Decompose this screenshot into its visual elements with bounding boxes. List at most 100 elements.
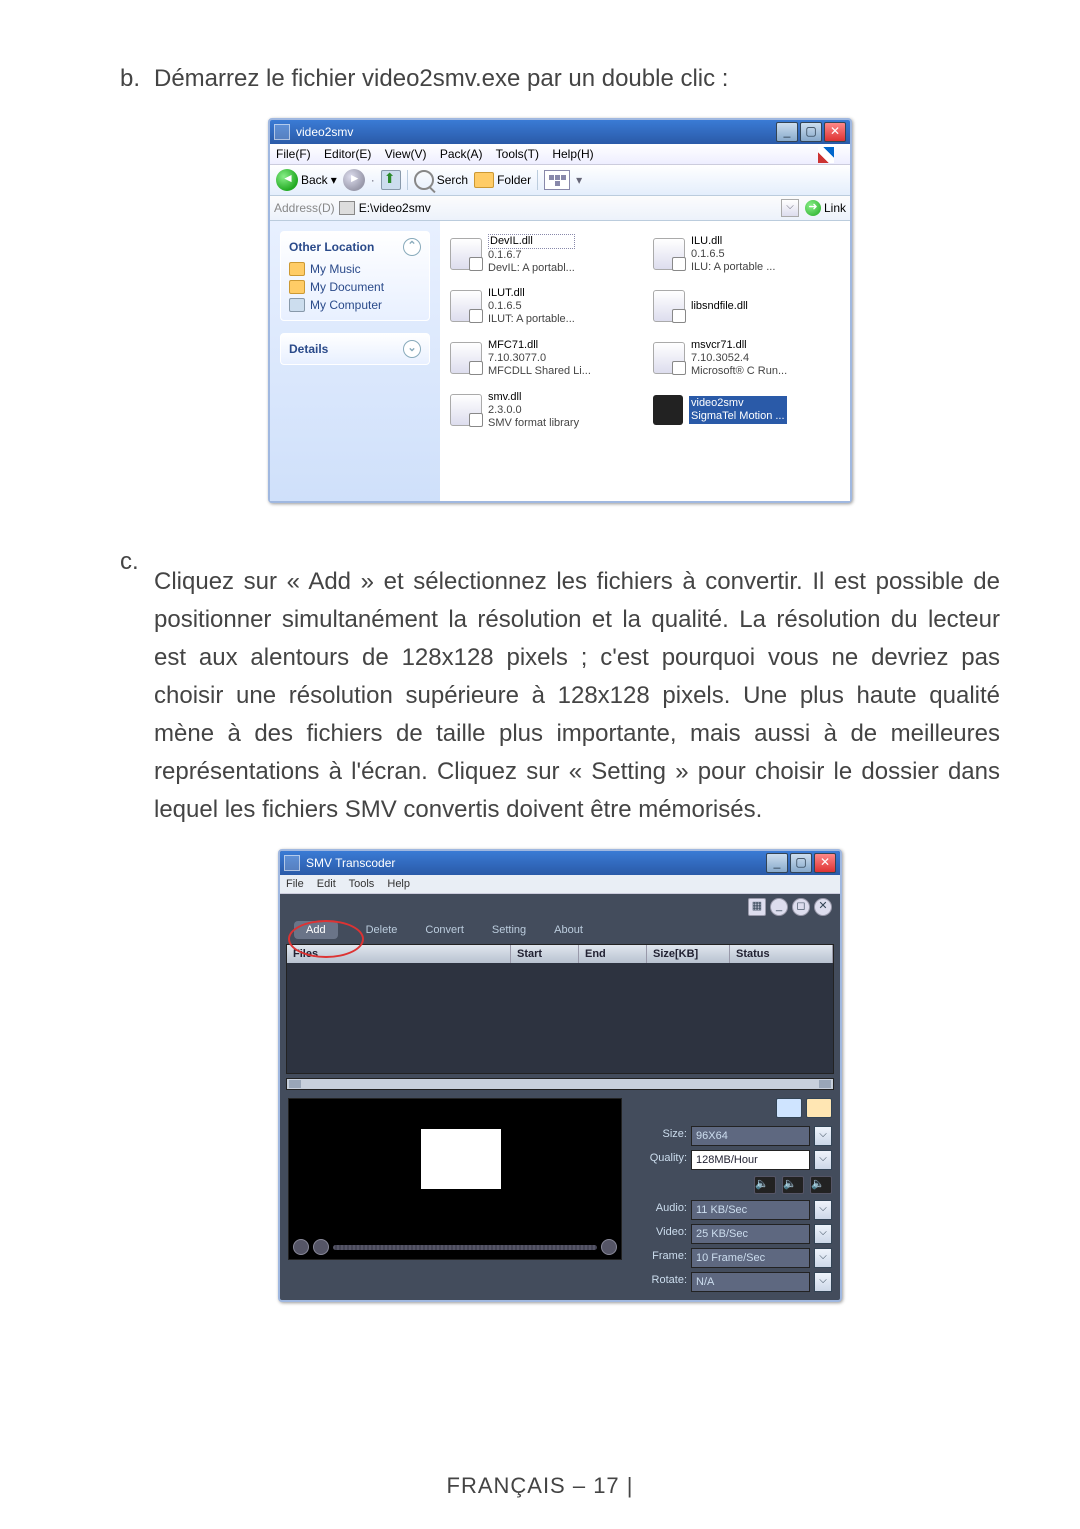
audio-select[interactable]: 11 KB/Sec [691,1200,810,1220]
file-item-selected[interactable]: video2smvSigmaTel Motion ... [653,387,840,433]
scroll-left-icon[interactable] [289,1080,301,1088]
explorer-menubar: File(F) Editor(E) View(V) Pack(A) Tools(… [270,144,850,165]
horizontal-scrollbar[interactable] [286,1078,834,1090]
close-button[interactable]: ✕ [824,122,846,142]
address-dropdown[interactable]: ⌵ [781,199,799,217]
dropdown-icon[interactable]: ⌵ [814,1272,832,1292]
frame-select[interactable]: 10 Frame/Sec [691,1248,810,1268]
menu-tools[interactable]: Tools(T) [496,147,539,161]
go-icon: ➜ [805,200,821,216]
dll-icon [450,290,482,322]
menu-pack[interactable]: Pack(A) [440,147,483,161]
quality-select[interactable]: 128MB/Hour [691,1150,810,1170]
audio-label: Audio: [632,1200,687,1220]
dropdown-icon[interactable]: ⌵ [814,1126,832,1146]
menu-file[interactable]: File(F) [276,147,311,161]
tab-delete[interactable]: Delete [358,920,406,940]
size-preset-icon[interactable] [806,1098,832,1118]
col-status[interactable]: Status [730,945,833,963]
panel-heading: Other Location [289,240,374,254]
computer-icon [289,298,305,312]
maximize-round-button[interactable]: ◻ [792,898,810,916]
dll-icon [450,238,482,270]
sidebar-item-computer[interactable]: My Computer [289,296,421,314]
dll-icon [450,394,482,426]
playback-bar [293,1239,617,1255]
speaker-icon[interactable] [754,1176,776,1194]
col-start[interactable]: Start [511,945,579,963]
go-button[interactable]: ➜Link [805,200,846,216]
flag-icon [818,147,834,163]
size-select[interactable]: 96X64 [691,1126,810,1146]
scroll-right-icon[interactable] [819,1080,831,1088]
dropdown-icon[interactable]: ⌵ [814,1248,832,1268]
folder-icon [474,172,494,188]
maximize-button[interactable]: ▢ [790,853,812,873]
address-path[interactable]: E:\video2smv [359,201,777,215]
explorer-window: video2smv _ ▢ ✕ File(F) Editor(E) View(V… [268,118,852,503]
smv-tabs: Add Delete Convert Setting About [280,920,840,940]
minimize-button[interactable]: _ [766,853,788,873]
up-button[interactable]: ⬆ [381,170,401,190]
collapse-icon[interactable]: ⌃ [403,238,421,256]
minimize-button[interactable]: _ [776,122,798,142]
minimize-round-button[interactable]: _ [770,898,788,916]
tab-about[interactable]: About [546,920,591,940]
explorer-body: Other Location ⌃ My Music My Document My … [270,221,850,501]
menu-tools[interactable]: Tools [349,878,375,890]
tool-icon[interactable]: ▦ [748,898,766,916]
col-end[interactable]: End [579,945,647,963]
folder-button[interactable]: Folder [474,172,531,188]
forward-button[interactable] [343,169,365,191]
tab-add[interactable]: Add [286,920,346,940]
seek-slider[interactable] [333,1245,597,1250]
close-round-button[interactable]: ✕ [814,898,832,916]
stop-button[interactable] [313,1239,329,1255]
close-button[interactable]: ✕ [814,853,836,873]
address-bar: Address(D) E:\video2smv ⌵ ➜Link [270,196,850,221]
maximize-button[interactable]: ▢ [800,122,822,142]
next-button[interactable] [601,1239,617,1255]
video-select[interactable]: 25 KB/Sec [691,1224,810,1244]
smv-menubar: File Edit Tools Help [280,875,840,894]
menu-file[interactable]: File [286,878,304,890]
exe-icon [653,395,683,425]
dropdown-icon[interactable]: ⌵ [814,1224,832,1244]
tab-convert[interactable]: Convert [417,920,472,940]
dropdown-icon[interactable]: ⌵ [814,1200,832,1220]
search-button[interactable]: Serch [414,170,468,190]
rotate-label: Rotate: [632,1272,687,1292]
file-item[interactable]: MFC71.dll7.10.3077.0MFCDLL Shared Li... [450,335,637,381]
explorer-title: video2smv [296,125,776,139]
file-list: DevIL.dll0.1.6.7DevIL: A portabl... ILU.… [440,221,850,501]
file-item[interactable]: ILUT.dll0.1.6.5ILUT: A portable... [450,283,637,329]
video-label: Video: [632,1224,687,1244]
tab-setting[interactable]: Setting [484,920,534,940]
menu-view[interactable]: View(V) [385,147,427,161]
play-button[interactable] [293,1239,309,1255]
menu-help[interactable]: Help [387,878,410,890]
mute-icon[interactable] [810,1176,832,1194]
sidebar-item-document[interactable]: My Document [289,278,421,296]
sidebar-item-music[interactable]: My Music [289,260,421,278]
rotate-select[interactable]: N/A [691,1272,810,1292]
play-icon[interactable] [782,1176,804,1194]
file-item[interactable]: msvcr71.dll7.10.3052.4Microsoft® C Run..… [653,335,840,381]
item-c-text: Cliquez sur « Add » et sélectionnez les … [154,563,1000,829]
panel-heading: Details [289,342,328,356]
back-button[interactable]: Back ▾ [276,169,337,191]
file-item[interactable]: smv.dll2.3.0.0SMV format library [450,387,637,433]
table-header: Files Start End Size[KB] Status [287,945,833,963]
menu-editor[interactable]: Editor(E) [324,147,371,161]
size-preset-icon[interactable] [776,1098,802,1118]
panel-details: Details ⌄ [280,333,430,365]
menu-edit[interactable]: Edit [317,878,336,890]
view-button[interactable] [544,170,570,190]
col-size[interactable]: Size[KB] [647,945,730,963]
expand-icon[interactable]: ⌄ [403,340,421,358]
file-item[interactable]: libsndfile.dll [653,283,840,329]
file-item[interactable]: ILU.dll0.1.6.5ILU: A portable ... [653,231,840,277]
file-item[interactable]: DevIL.dll0.1.6.7DevIL: A portabl... [450,231,637,277]
menu-help[interactable]: Help(H) [552,147,593,161]
dropdown-icon[interactable]: ⌵ [814,1150,832,1170]
